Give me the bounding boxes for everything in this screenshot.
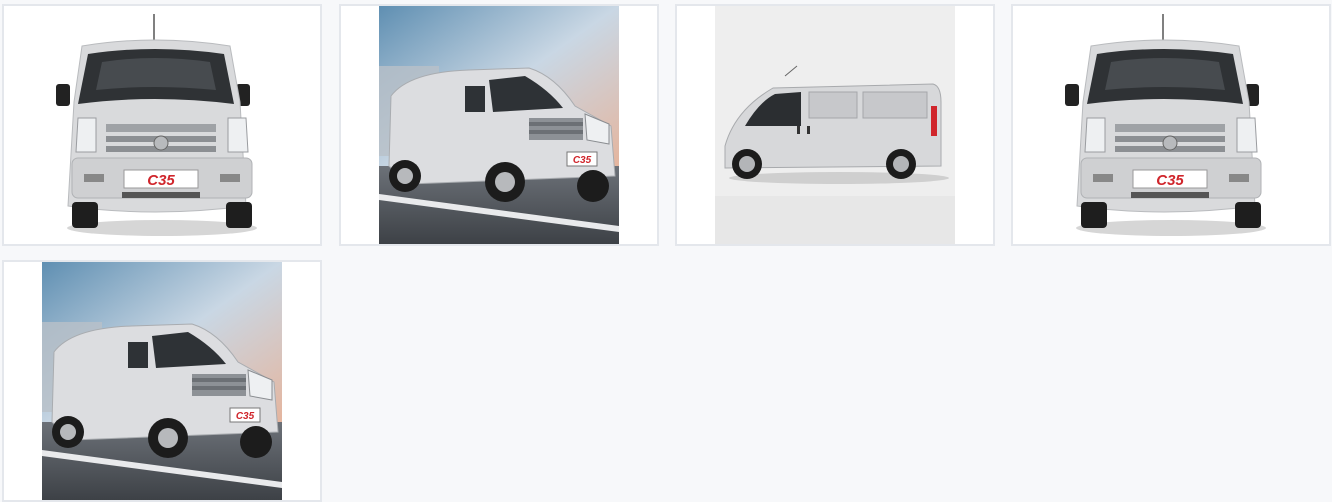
van-photo xyxy=(715,6,955,244)
van-motion-illustration: C35 xyxy=(42,262,282,500)
svg-text:C35: C35 xyxy=(1156,172,1184,189)
svg-text:C35: C35 xyxy=(236,411,255,422)
gallery-thumbnail[interactable]: C35 xyxy=(1011,4,1331,246)
gallery-thumbnail[interactable]: C35 xyxy=(2,4,322,246)
gallery-thumbnail[interactable]: C35 xyxy=(2,260,322,502)
image-gallery: C35 C35 C35 C35 xyxy=(0,0,1332,502)
gallery-thumbnail[interactable]: C35 xyxy=(339,4,659,246)
van-side-illustration xyxy=(715,6,955,244)
svg-text:C35: C35 xyxy=(573,155,592,166)
van-photo: C35 xyxy=(379,6,619,244)
van-photo: C35 xyxy=(42,6,282,244)
svg-text:C35: C35 xyxy=(147,172,175,189)
van-motion-illustration: C35 xyxy=(379,6,619,244)
van-photo: C35 xyxy=(42,262,282,500)
van-front-illustration: C35 xyxy=(1051,6,1291,244)
van-front-illustration: C35 xyxy=(42,6,282,244)
gallery-thumbnail[interactable] xyxy=(675,4,995,246)
van-photo: C35 xyxy=(1051,6,1291,244)
